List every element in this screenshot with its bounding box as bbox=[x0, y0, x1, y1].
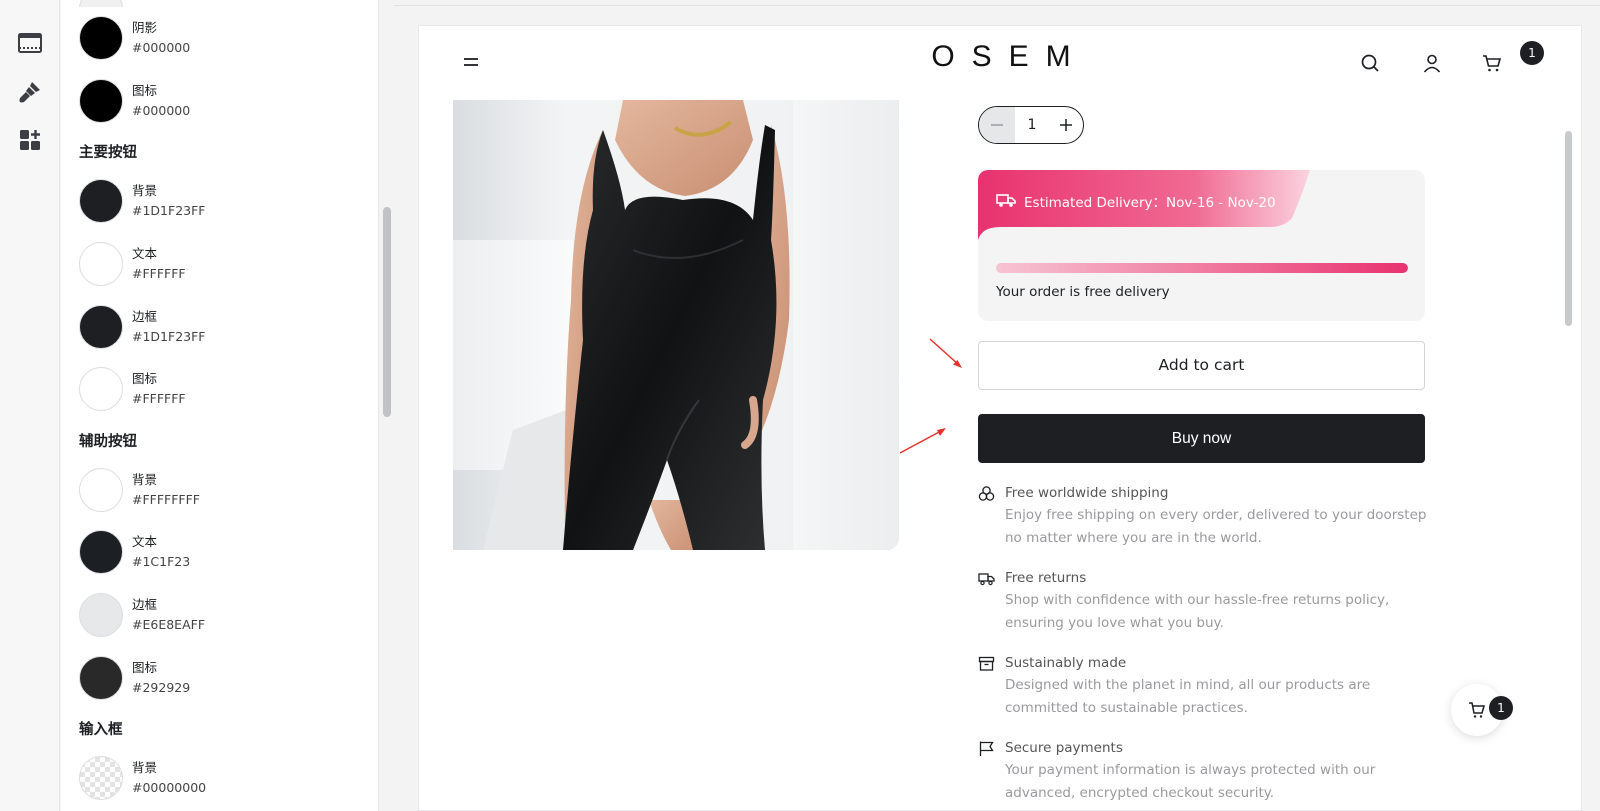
panel-scrollbar-thumb[interactable] bbox=[383, 207, 391, 417]
color-swatch[interactable] bbox=[79, 242, 123, 287]
swatch-row-primary-border[interactable]: 边框 #1D1F23FF bbox=[79, 295, 378, 358]
swatch-hex: #1D1F23FF bbox=[132, 203, 206, 219]
swatch-label: 背景 bbox=[132, 471, 158, 487]
quantity-stepper[interactable]: 1 bbox=[978, 106, 1084, 144]
feature-item: Free returns Shop with confidence with o… bbox=[978, 567, 1438, 652]
swatch-label: 图标 bbox=[132, 371, 158, 387]
preview-scrollbar-thumb[interactable] bbox=[1565, 131, 1572, 326]
swatch-row-primary-text[interactable]: 文本 #FFFFFF bbox=[79, 233, 378, 296]
buy-now-button[interactable]: Buy now bbox=[978, 414, 1425, 463]
annotation-arrow-add-to-cart bbox=[929, 338, 962, 368]
color-settings-panel: 阴影 #000000 图标 #000000 主要按钮 背景 #1D1F23FF 文本 #… bbox=[61, 0, 379, 811]
truck-icon bbox=[996, 192, 1016, 208]
editor-rail bbox=[0, 0, 60, 811]
section-title-secondary-button: 辅助按钮 bbox=[79, 433, 137, 450]
swatch-hex: #000000 bbox=[132, 102, 191, 118]
floating-cart-count-badge: 1 bbox=[1489, 696, 1513, 720]
delivery-estimate-text: Estimated Delivery：Nov-16 - Nov-20 bbox=[1024, 195, 1276, 211]
free-delivery-note: Your order is free delivery bbox=[996, 284, 1170, 300]
color-swatch[interactable] bbox=[79, 655, 123, 700]
swatch-hex: #1C1F23 bbox=[132, 554, 191, 570]
color-swatch[interactable] bbox=[79, 16, 123, 61]
swatch-row-icon[interactable]: 图标 #000000 bbox=[79, 70, 378, 133]
flag-icon bbox=[978, 740, 995, 757]
archive-box-icon bbox=[978, 655, 995, 672]
feature-title: Free returns bbox=[1005, 570, 1087, 586]
search-icon[interactable] bbox=[1359, 52, 1381, 74]
feature-item: Free worldwide shipping Enjoy free shipp… bbox=[978, 482, 1438, 567]
quantity-increase-button[interactable] bbox=[1049, 107, 1083, 143]
color-swatch[interactable] bbox=[79, 530, 123, 575]
swatch-hex: #FFFFFFFF bbox=[132, 491, 200, 507]
swatch-label: 背景 bbox=[132, 183, 158, 199]
swatch-row-secondary-border[interactable]: 边框 #E6E8EAFF bbox=[79, 584, 378, 647]
preview-top-strip bbox=[394, 0, 1600, 6]
color-swatch[interactable] bbox=[79, 593, 123, 638]
cart-count-badge: 1 bbox=[1520, 41, 1544, 65]
swatch-hex: #000000 bbox=[132, 40, 191, 56]
swatch-row-secondary-icon[interactable]: 图标 #292929 bbox=[79, 646, 378, 709]
section-title-input: 输入框 bbox=[79, 721, 123, 738]
free-delivery-progress-fill bbox=[996, 263, 1408, 273]
store-preview: OSEM 1 1 Estimated Delivery：Nov-16 - Nov… bbox=[418, 25, 1582, 811]
paint-brush-icon[interactable] bbox=[17, 79, 43, 105]
feature-description: Your payment information is always prote… bbox=[1005, 762, 1376, 801]
swatch-row-primary-bg[interactable]: 背景 #1D1F23FF bbox=[79, 170, 378, 233]
delivery-estimate-box: Estimated Delivery：Nov-16 - Nov-20 Your … bbox=[978, 170, 1425, 321]
color-swatch[interactable] bbox=[79, 179, 123, 224]
color-swatch[interactable] bbox=[79, 756, 123, 801]
swatch-row-input-bg[interactable]: 背景 #00000000 bbox=[79, 747, 378, 810]
swatch-label: 文本 bbox=[132, 246, 158, 262]
feature-title: Sustainably made bbox=[1005, 655, 1127, 671]
feature-item: Secure payments Your payment information… bbox=[978, 737, 1438, 810]
color-swatch[interactable] bbox=[79, 0, 123, 7]
feature-title: Free worldwide shipping bbox=[1005, 485, 1169, 501]
color-swatch[interactable] bbox=[79, 367, 123, 412]
swatch-hex: #00000000 bbox=[132, 780, 207, 796]
globe-shipping-icon bbox=[978, 485, 995, 502]
swatch-label: 边框 bbox=[132, 308, 158, 324]
feature-description: Designed with the planet in mind, all ou… bbox=[1005, 677, 1371, 716]
cart-icon[interactable] bbox=[1481, 52, 1503, 74]
swatch-row-partial[interactable] bbox=[79, 0, 378, 7]
swatch-hex: #FFFFFF bbox=[132, 391, 186, 407]
swatch-hex: #FFFFFF bbox=[132, 266, 186, 282]
swatch-hex: #1D1F23FF bbox=[132, 328, 206, 344]
account-icon[interactable] bbox=[1421, 52, 1443, 74]
swatch-row-primary-icon[interactable]: 图标 #FFFFFF bbox=[79, 358, 378, 421]
free-delivery-progress bbox=[996, 263, 1408, 273]
swatch-row-secondary-text[interactable]: 文本 #1C1F23 bbox=[79, 521, 378, 584]
section-title-primary-button: 主要按钮 bbox=[79, 145, 137, 162]
feature-item: Sustainably made Designed with the plane… bbox=[978, 652, 1438, 737]
add-to-cart-button[interactable]: Add to cart bbox=[978, 341, 1425, 390]
swatch-label: 阴影 bbox=[132, 20, 158, 36]
feature-list: Free worldwide shipping Enjoy free shipp… bbox=[978, 482, 1438, 810]
truck-icon bbox=[978, 570, 995, 587]
annotation-arrow-buy-now bbox=[899, 428, 946, 454]
swatch-label: 图标 bbox=[132, 659, 158, 675]
color-swatch[interactable] bbox=[79, 78, 123, 123]
swatch-label: 文本 bbox=[132, 534, 158, 550]
feature-title: Secure payments bbox=[1005, 740, 1123, 756]
feature-description: Shop with confidence with our hassle-fre… bbox=[1005, 592, 1390, 631]
swatch-label: 背景 bbox=[132, 760, 158, 776]
swatch-row-shadow[interactable]: 阴影 #000000 bbox=[79, 7, 378, 70]
panel-scrollbar[interactable] bbox=[380, 0, 394, 811]
quantity-decrease-button[interactable] bbox=[979, 107, 1015, 143]
add-block-icon[interactable] bbox=[17, 127, 43, 153]
color-swatch[interactable] bbox=[79, 467, 123, 512]
swatch-row-secondary-bg[interactable]: 背景 #FFFFFFFF bbox=[79, 459, 378, 522]
color-swatch[interactable] bbox=[79, 304, 123, 349]
feature-description: Enjoy free shipping on every order, deli… bbox=[1005, 507, 1427, 546]
swatch-label: 边框 bbox=[132, 597, 158, 613]
swatch-label: 图标 bbox=[132, 82, 158, 98]
layout-section-icon[interactable] bbox=[17, 30, 43, 56]
quantity-value[interactable]: 1 bbox=[1015, 117, 1049, 133]
store-logo[interactable]: OSEM bbox=[419, 40, 1581, 74]
swatch-hex: #292929 bbox=[132, 679, 191, 695]
swatch-hex: #E6E8EAFF bbox=[132, 617, 206, 633]
product-image[interactable] bbox=[453, 100, 899, 550]
